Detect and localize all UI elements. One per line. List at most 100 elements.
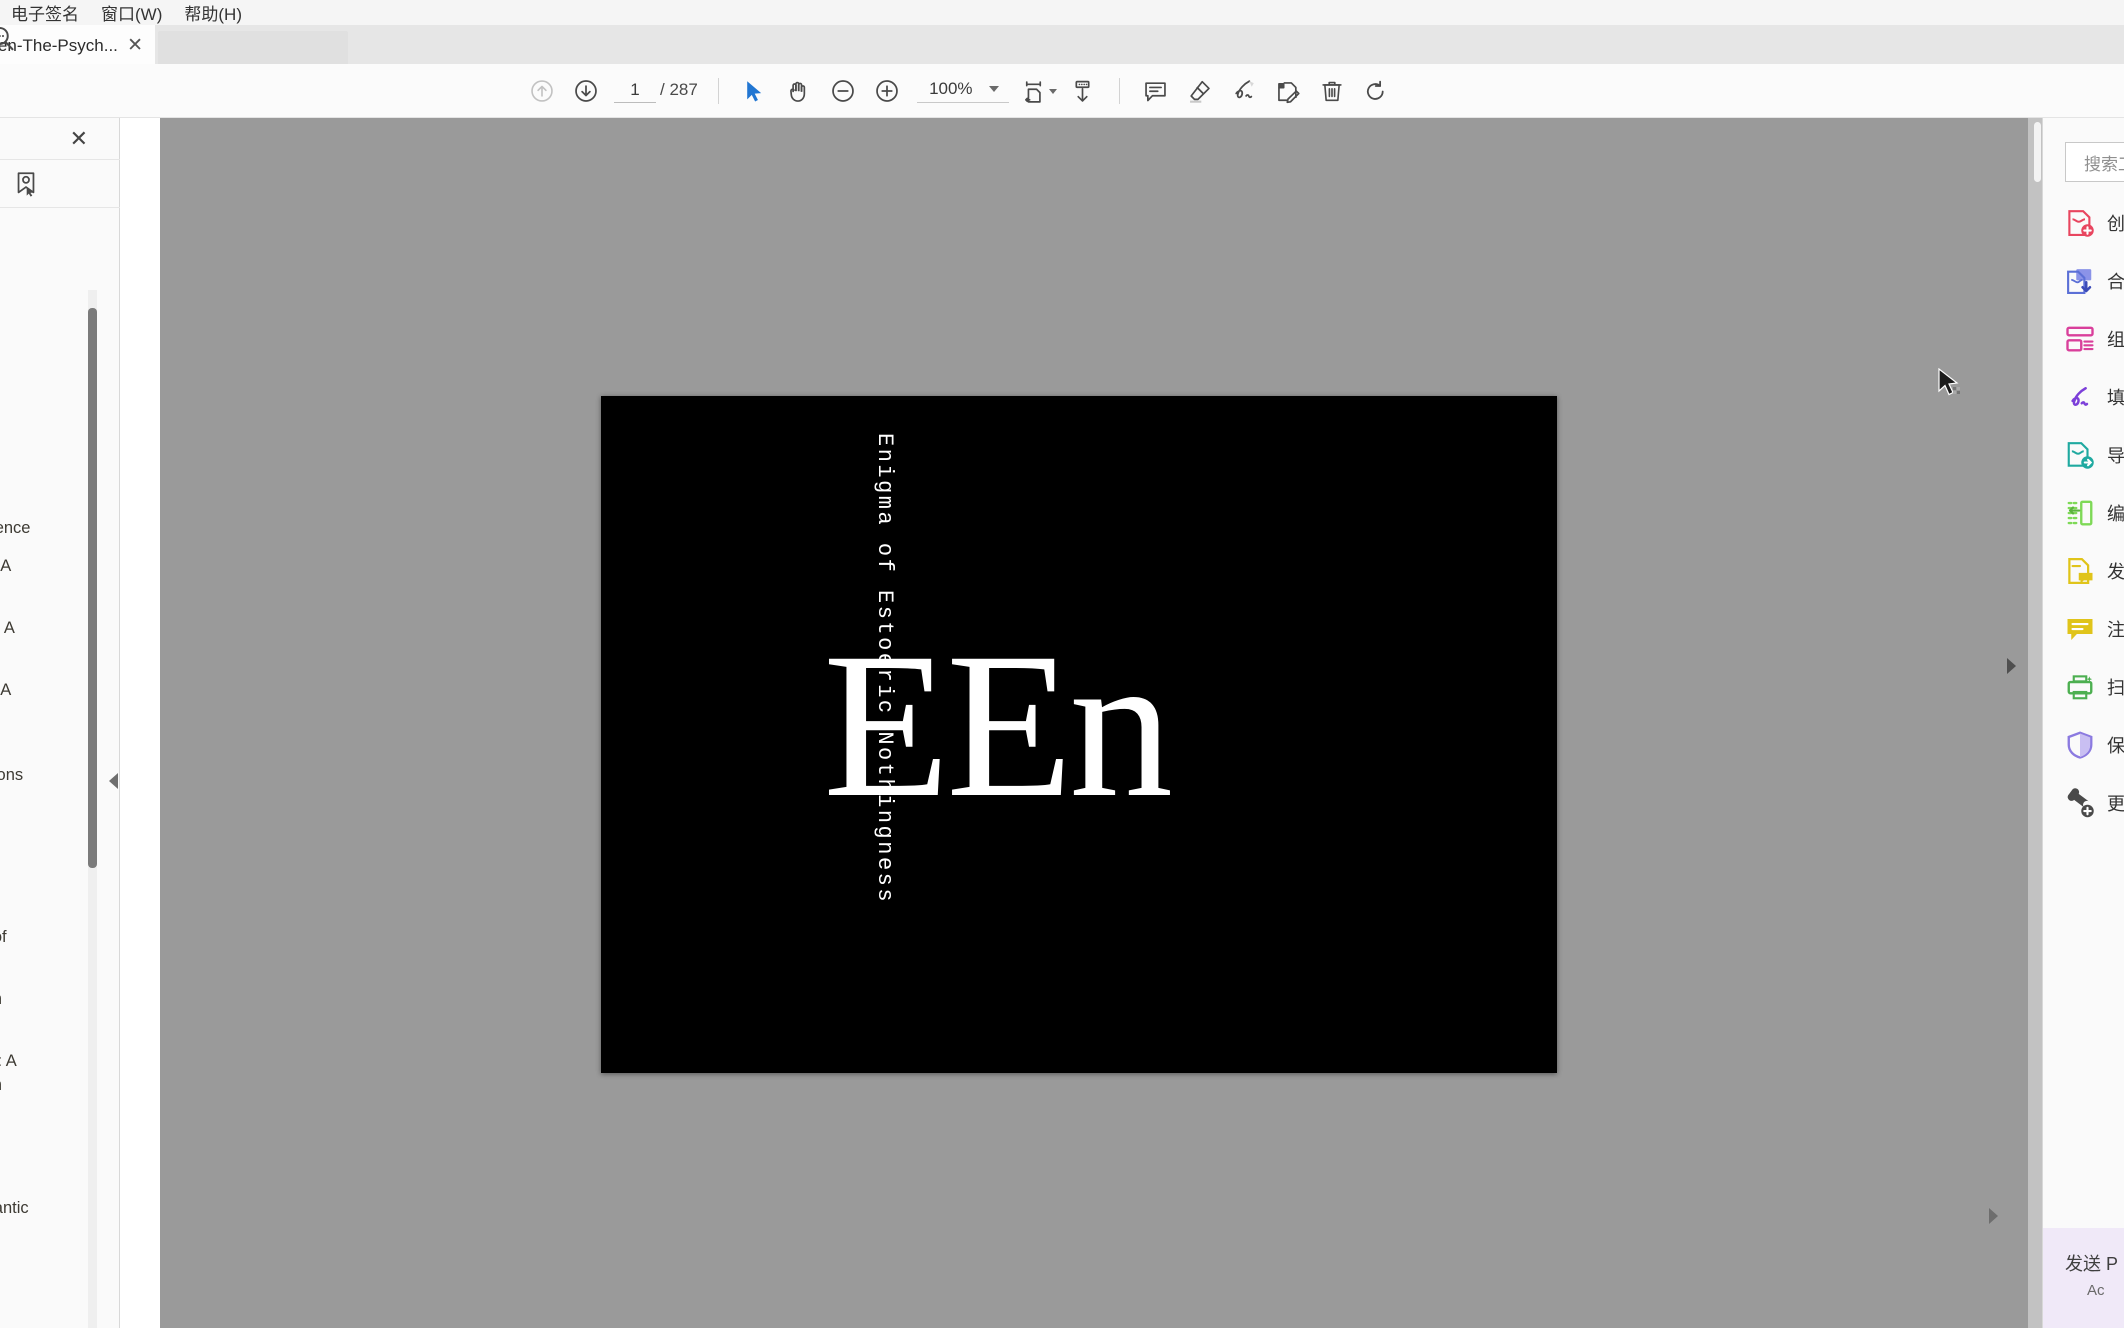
send-for-comments-icon bbox=[2068, 558, 2093, 584]
menu-item-help[interactable]: 帮助(H) bbox=[173, 0, 253, 25]
create-pdf-icon bbox=[2068, 210, 2094, 237]
tool-merge-pdf[interactable]: 合 bbox=[2043, 252, 2124, 310]
tool-scan-ocr[interactable]: 扫 bbox=[2043, 658, 2124, 716]
zoom-in-button[interactable] bbox=[865, 69, 909, 113]
fit-page-button[interactable] bbox=[1017, 69, 1061, 113]
tool-label: 保 bbox=[2107, 736, 2124, 756]
expand-tools-sidebar-handle[interactable] bbox=[1989, 1208, 1998, 1224]
close-sidebar-icon[interactable]: ✕ bbox=[70, 127, 88, 150]
toc-item[interactable]: e - l Anxiety: A f-Esteem bbox=[0, 1027, 120, 1097]
tool-label: 更 bbox=[2107, 794, 2124, 814]
toc-item[interactable]: Mental bbox=[0, 803, 120, 826]
stamp-edit-icon bbox=[1278, 81, 1300, 103]
tools-search-input[interactable]: 搜索工 bbox=[2065, 142, 2124, 182]
zoom-level-select[interactable]: 100% bbox=[916, 79, 1009, 103]
tool-label: 创 bbox=[2107, 214, 2124, 234]
expand-sidebar-handle[interactable] bbox=[109, 773, 118, 789]
pdf-page: EEn Enigma of Estoeric Nothingness bbox=[601, 396, 1557, 1073]
pdf-page-canvas: EEn Enigma of Estoeric Nothingness bbox=[601, 396, 1557, 1073]
toc-item[interactable]: : Social s bbox=[0, 1112, 120, 1159]
download-button[interactable] bbox=[1061, 69, 1105, 113]
menu-bar: 电子签名 窗口(W) 帮助(H) bbox=[0, 0, 2124, 25]
toc-item[interactable]: e: Emotions bbox=[0, 764, 120, 787]
document-scrollbar-thumb[interactable] bbox=[2034, 122, 2041, 182]
next-page-button[interactable] bbox=[564, 69, 608, 113]
tool-label: 导 bbox=[2107, 446, 2124, 466]
tool-organize-pages[interactable]: 组 bbox=[2043, 310, 2124, 368]
toc-item-label: o - Man: A l bbox=[0, 557, 12, 576]
page-number-input[interactable] bbox=[614, 79, 656, 103]
toc-item[interactable]: ur: Man: A litional ess bbox=[0, 679, 120, 749]
tab-strip: nden-The-Psych... ✕ bbox=[0, 25, 2124, 64]
close-icon[interactable]: ✕ bbox=[117, 36, 143, 55]
toc-item-label: he 32nd Edition bbox=[0, 331, 116, 378]
toolbar-divider bbox=[1118, 78, 1120, 104]
document-scrollbar[interactable] bbox=[2028, 118, 2042, 1328]
menu-item-help-label: 帮助(H) bbox=[184, 5, 242, 24]
sign-button[interactable] bbox=[1222, 69, 1266, 113]
toc-item-label: ee: Man: A ng bbox=[0, 619, 15, 638]
tool-edit-pdf[interactable]: 编 bbox=[2043, 484, 2124, 542]
toc-item[interactable]: ven: The Source of bbox=[0, 903, 120, 950]
sidebar-tab-bookmarks[interactable] bbox=[4, 162, 48, 206]
organize-pages-icon bbox=[2066, 326, 2094, 352]
tools-sidebar: 搜索工 创 合 bbox=[1989, 118, 2124, 1328]
toc-item-label: he of bbox=[0, 841, 116, 888]
menu-item-window[interactable]: 窗口(W) bbox=[90, 0, 173, 25]
toc-item-label: n bbox=[0, 393, 116, 416]
sidebar-scrollbar-thumb[interactable] bbox=[88, 308, 97, 868]
toolbar-divider bbox=[717, 78, 719, 104]
toc-item[interactable]: ht - f-Esteem bbox=[0, 965, 120, 1012]
toc-item[interactable]: e - as a Science bbox=[0, 494, 120, 541]
minus-circle-icon bbox=[831, 80, 854, 102]
toc-item[interactable]: o - Man: A l bbox=[0, 555, 120, 602]
delete-button[interactable] bbox=[1310, 69, 1354, 113]
document-viewport[interactable]: EEn Enigma of Estoeric Nothingness bbox=[160, 118, 2042, 1328]
tool-export-pdf[interactable]: 导 bbox=[2043, 426, 2124, 484]
tool-create-pdf[interactable]: 创 bbox=[2043, 194, 2124, 252]
toc-item[interactable]: ee: Man: A ng bbox=[0, 617, 120, 664]
merge-pdf-icon bbox=[2067, 269, 2092, 294]
toc-item-label: ur: Man: A litional ess bbox=[0, 681, 12, 700]
rotate-button[interactable] bbox=[1354, 69, 1398, 113]
hand-tool-button[interactable] bbox=[777, 69, 821, 113]
stamp-edit-button[interactable] bbox=[1266, 69, 1310, 113]
sidebar-scrollbar[interactable] bbox=[88, 290, 97, 1328]
highlight-button[interactable] bbox=[1178, 69, 1222, 113]
tool-fill-and-sign[interactable]: 填 bbox=[2043, 368, 2124, 426]
menu-item-window-label: 窗口(W) bbox=[101, 5, 163, 24]
tool-comment[interactable]: 注 bbox=[2043, 600, 2124, 658]
comment-button[interactable] bbox=[1134, 69, 1178, 113]
zoom-out-button[interactable] bbox=[821, 69, 865, 113]
cursor-arrow-icon bbox=[747, 80, 762, 101]
sidebar-header: ✕ bbox=[0, 118, 120, 160]
toc-item[interactable]: n bbox=[0, 393, 120, 416]
rotate-icon bbox=[1367, 80, 1384, 100]
toc-item[interactable]: ntents bbox=[0, 293, 120, 316]
export-pdf-icon bbox=[2067, 442, 2094, 469]
mouse-cursor bbox=[1938, 368, 1960, 396]
toc-item-label: ntents bbox=[0, 293, 116, 316]
toc-item[interactable]: The s bbox=[0, 432, 120, 479]
tool-protect[interactable]: 保 bbox=[2043, 716, 2124, 774]
collapse-right-panel-handle[interactable] bbox=[2007, 658, 2016, 674]
toc-item[interactable]: he of bbox=[0, 841, 120, 888]
toc-item-label: ven: nd Romantic bbox=[0, 1199, 29, 1218]
search-more-icon bbox=[0, 27, 14, 51]
toc-item[interactable]: ven: nd Romantic bbox=[0, 1174, 120, 1221]
signature-icon bbox=[1235, 80, 1254, 99]
tool-label: 合 bbox=[2107, 272, 2124, 292]
chevron-down-icon bbox=[1049, 88, 1058, 94]
promo-panel[interactable]: 发送 P Ac bbox=[2043, 1228, 2124, 1328]
sidebar-search-button[interactable] bbox=[0, 13, 62, 65]
sidebar-tab-bar bbox=[0, 160, 120, 208]
tool-send-for-comments[interactable]: 发 bbox=[2043, 542, 2124, 600]
wrench-plus-icon bbox=[2067, 788, 2094, 818]
select-tool-button[interactable] bbox=[733, 69, 777, 113]
promo-title: 发送 P bbox=[2065, 1254, 2119, 1274]
promo-subtitle: Ac bbox=[2087, 1282, 2105, 1299]
comment-icon bbox=[1145, 81, 1167, 101]
toc-item[interactable]: he 32nd Edition bbox=[0, 331, 120, 378]
tool-more-tools[interactable]: 更 bbox=[2043, 774, 2124, 832]
previous-page-button[interactable] bbox=[520, 69, 564, 113]
